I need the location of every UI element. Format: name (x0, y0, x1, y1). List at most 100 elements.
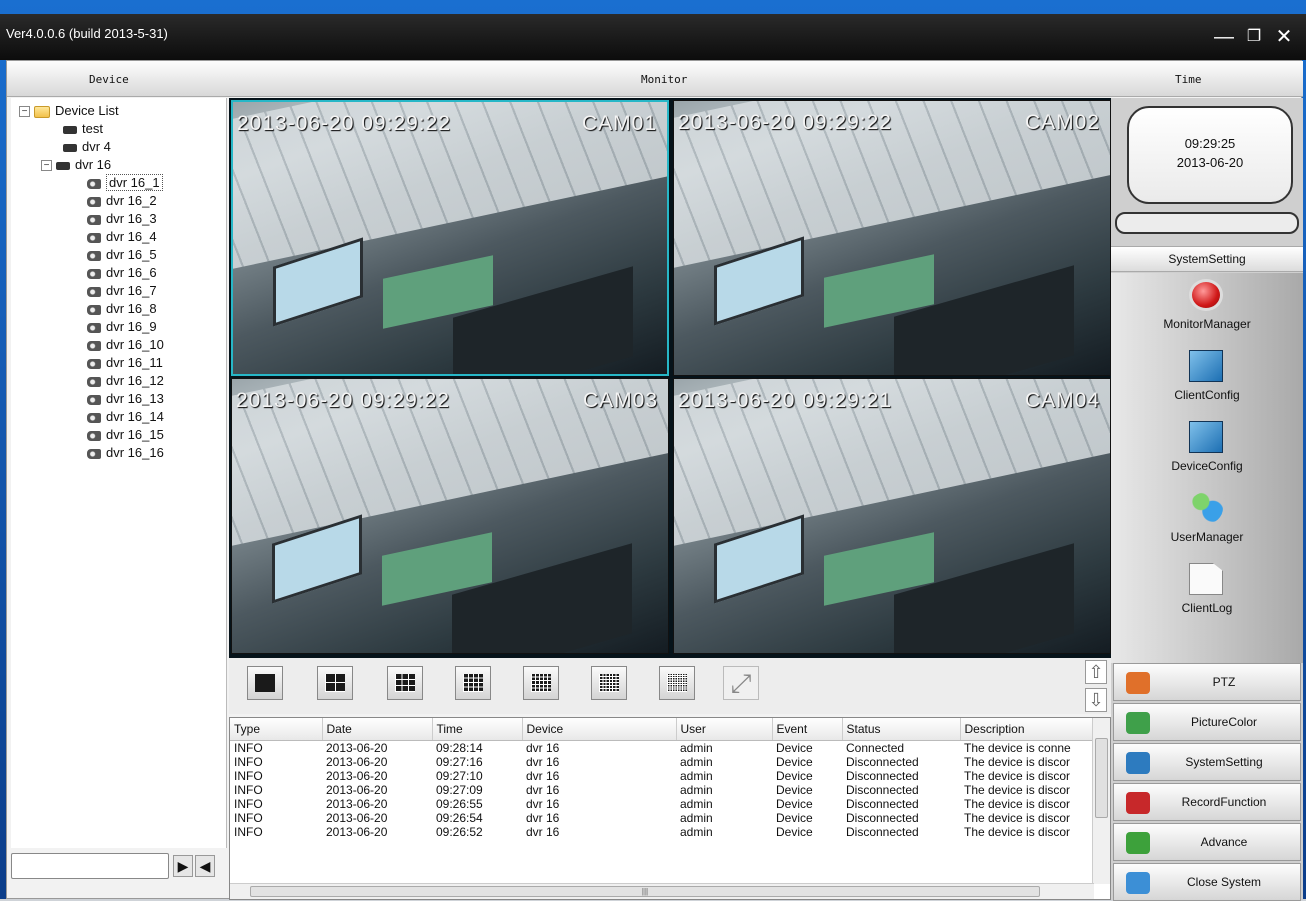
table-row[interactable]: INFO 2013-06-20 09:27:09 dvr 16 admin Device D… (230, 783, 1094, 797)
tool-label: MonitorManager (1163, 317, 1251, 331)
log-cell: admin (680, 740, 713, 755)
tree-node[interactable]: dvr 16_10 (11, 336, 226, 354)
tree-node[interactable]: dvr 16_12 (11, 372, 226, 390)
menu-systemsetting-button[interactable]: SystemSetting (1113, 743, 1301, 781)
tree-node[interactable]: dvr 16_7 (11, 282, 226, 300)
camera-view[interactable]: 2013-06-20 09:29:21 CAM04 (673, 378, 1111, 654)
table-row[interactable]: INFO 2013-06-20 09:26:55 dvr 16 admin Device D… (230, 797, 1094, 811)
layout-16-button[interactable] (455, 666, 491, 700)
tree-node[interactable]: dvr 16_13 (11, 390, 226, 408)
down-arrow-icon (1126, 832, 1150, 854)
log-column-header[interactable]: Type (230, 718, 323, 741)
device-search-input[interactable] (11, 853, 169, 879)
log-horizontal-scrollbar[interactable]: ||| (230, 883, 1094, 899)
tool-deviceconfig[interactable]: DeviceConfig (1111, 415, 1303, 483)
tree-node[interactable]: − dvr 16 (11, 156, 226, 174)
tree-node-label: test (82, 121, 103, 136)
tree-node[interactable]: dvr 4 (11, 138, 226, 156)
tool-monitormanager[interactable]: MonitorManager (1111, 273, 1303, 341)
layout-9-button[interactable] (387, 666, 423, 700)
table-row[interactable]: INFO 2013-06-20 09:27:10 dvr 16 admin Device D… (230, 769, 1094, 783)
menu-close-system-button[interactable]: Close System (1113, 863, 1301, 901)
log-column-header[interactable]: Status (842, 718, 961, 741)
clock-time: 09:29:25 (1184, 136, 1236, 151)
tree-nodes: test dvr 4 − dvr 16 dvr 16_1 dvr 16_2 dvr 16_3… (11, 120, 226, 462)
tool-clientlog[interactable]: ClientLog (1111, 557, 1303, 625)
log-cell: 2013-06-20 (326, 754, 388, 769)
fullscreen-icon[interactable]: ⤢ (723, 666, 759, 700)
tree-node[interactable]: dvr 16_15 (11, 426, 226, 444)
camera-view[interactable]: 2013-06-20 09:29:22 CAM03 (231, 378, 669, 654)
camera-view[interactable]: 2013-06-20 09:29:22 CAM02 (673, 100, 1111, 376)
layout-1-button[interactable] (247, 666, 283, 700)
tree-node[interactable]: dvr 16_5 (11, 246, 226, 264)
log-column-header[interactable]: User (676, 718, 773, 741)
log-column-header[interactable]: Date (322, 718, 433, 741)
maximize-icon[interactable]: ❐ (1240, 24, 1268, 50)
log-cell: 2013-06-20 (326, 810, 388, 825)
tool-usermanager[interactable]: UserManager (1111, 486, 1303, 554)
time-header: Time (1175, 73, 1202, 86)
log-vertical-scrollbar[interactable] (1092, 718, 1110, 884)
back-icon[interactable]: ◀ (195, 855, 215, 877)
clock-date: 2013-06-20 (1176, 155, 1244, 170)
collapse-icon[interactable]: − (41, 160, 52, 172)
minimize-icon[interactable]: — (1210, 24, 1238, 50)
system-setting-header[interactable]: SystemSetting (1111, 246, 1303, 272)
tree-node-label: dvr 16_5 (106, 247, 157, 262)
tool-label: DeviceConfig (1171, 459, 1243, 473)
scroll-up-icon[interactable]: ⇧ (1085, 660, 1107, 684)
table-row[interactable]: INFO 2013-06-20 09:26:54 dvr 16 admin Device D… (230, 811, 1094, 825)
log-cell: The device is discor (964, 782, 1071, 797)
tree-node[interactable]: dvr 16_9 (11, 318, 226, 336)
scroll-down-icon[interactable]: ⇩ (1085, 688, 1107, 712)
main-panel: Device Monitor Time − Device List test dvr… (6, 60, 1303, 901)
menu-picturecolor-button[interactable]: PictureColor (1113, 703, 1301, 741)
tree-node[interactable]: dvr 16_14 (11, 408, 226, 426)
tree-node[interactable]: dvr 16_4 (11, 228, 226, 246)
tool-clientconfig[interactable]: ClientConfig (1111, 344, 1303, 412)
tree-node-label: dvr 16_4 (106, 229, 157, 244)
camera-icon (87, 358, 101, 369)
camera-icon (87, 268, 101, 279)
layout-25-button[interactable] (523, 666, 559, 700)
camera-icon (87, 304, 101, 315)
play-icon[interactable]: ▶ (173, 855, 193, 877)
log-column-header[interactable]: Event (772, 718, 843, 741)
tree-node[interactable]: test (11, 120, 226, 138)
layout-36-button[interactable] (591, 666, 627, 700)
log-cell: The device is discor (964, 824, 1071, 839)
close-icon[interactable]: ✕ (1270, 24, 1298, 50)
main-menu: PTZ PictureColor SystemSetting RecordFuncti… (1111, 663, 1303, 901)
users-icon (1189, 492, 1223, 524)
table-row[interactable]: INFO 2013-06-20 09:26:52 dvr 16 admin Device D… (230, 825, 1094, 839)
log-column-header[interactable]: Description (960, 718, 1095, 741)
menu-ptz-button[interactable]: PTZ (1113, 663, 1301, 701)
tree-node[interactable]: dvr 16_2 (11, 192, 226, 210)
device-tree[interactable]: − Device List test dvr 4 − dvr 16 dvr 16_1 dvr… (11, 98, 227, 848)
table-row[interactable]: INFO 2013-06-20 09:28:14 dvr 16 admin Device C… (230, 740, 1094, 755)
camera-view[interactable]: 2013-06-20 09:29:22 CAM01 (231, 100, 669, 376)
tree-root[interactable]: − Device List (11, 102, 226, 120)
table-row[interactable]: INFO 2013-06-20 09:27:16 dvr 16 admin Device D… (230, 755, 1094, 769)
layout-64-button[interactable] (659, 666, 695, 700)
menu-recordfunction-button[interactable]: RecordFunction (1113, 783, 1301, 821)
camera-icon (87, 322, 101, 333)
tree-node[interactable]: dvr 16_6 (11, 264, 226, 282)
log-cell: Device (776, 810, 813, 825)
tree-node[interactable]: dvr 16_8 (11, 300, 226, 318)
log-cell: admin (680, 796, 713, 811)
log-column-header[interactable]: Time (432, 718, 523, 741)
settings-icon (1126, 752, 1150, 774)
menu-advance-button[interactable]: Advance (1113, 823, 1301, 861)
tree-node[interactable]: dvr 16_11 (11, 354, 226, 372)
tree-node[interactable]: dvr 16_16 (11, 444, 226, 462)
tree-node[interactable]: dvr 16_3 (11, 210, 226, 228)
log-column-header[interactable]: Device (522, 718, 677, 741)
layout-4-button[interactable] (317, 666, 353, 700)
tree-node[interactable]: dvr 16_1 (11, 174, 226, 192)
collapse-icon[interactable]: − (19, 106, 30, 118)
log-cell: 09:26:55 (436, 796, 483, 811)
log-cell: Device (776, 782, 813, 797)
camera-icon (87, 376, 101, 387)
